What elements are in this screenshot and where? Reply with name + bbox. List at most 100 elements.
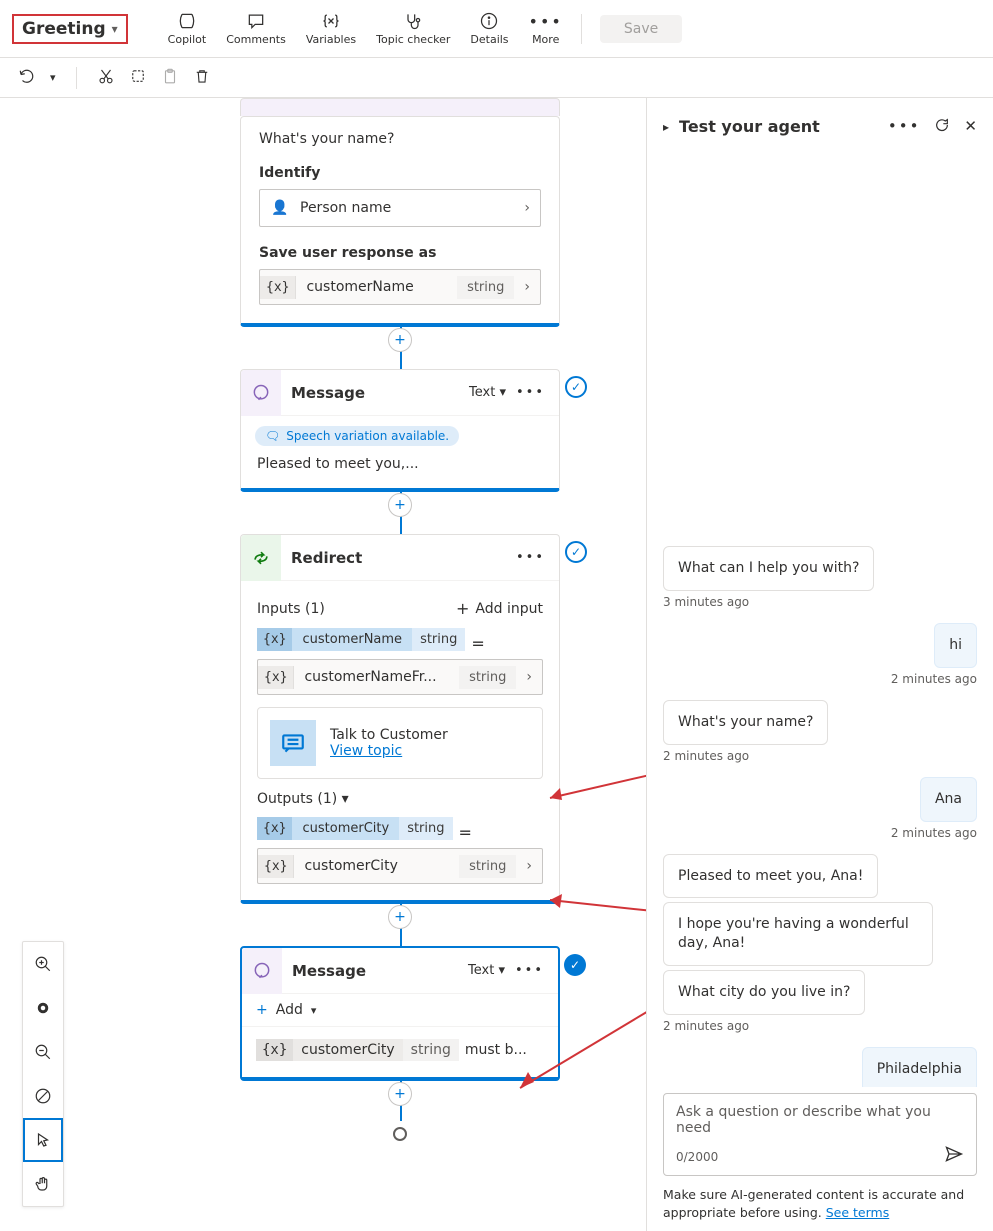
message-node-2[interactable]: ✓ Message Text ▾ ••• +Add▾ {x}customerCi… — [240, 946, 560, 1081]
redirect-node[interactable]: ✓ Redirect ••• Inputs (1) +Add input {x}… — [240, 534, 560, 904]
output-var-chip: {x}customerCitystring — [257, 817, 453, 840]
timestamp: 3 minutes ago — [663, 595, 749, 609]
stethoscope-icon — [403, 11, 423, 31]
copy-button[interactable] — [129, 67, 147, 89]
save-button: Save — [600, 15, 682, 43]
view-topic-link[interactable]: View topic — [330, 743, 402, 759]
chevron-right-icon: › — [516, 669, 542, 685]
end-node-icon — [393, 1127, 407, 1141]
zoom-toolbar — [22, 941, 64, 1207]
output-value-field[interactable]: {x} customerCity string › — [257, 848, 543, 884]
variable-tag: {x}customerCitystring — [256, 1039, 459, 1061]
chevron-down-icon: ▾ — [112, 22, 118, 36]
outputs-label[interactable]: Outputs (1) ▾ — [257, 791, 349, 807]
message-body: Pleased to meet you,... — [241, 452, 559, 488]
bot-message: I hope you're having a wonderful day, An… — [663, 902, 933, 966]
variables-button[interactable]: Variables — [306, 11, 356, 46]
fit-button[interactable] — [23, 986, 63, 1030]
more-button[interactable]: ••• More — [529, 12, 563, 46]
message-icon — [242, 948, 282, 994]
see-terms-link[interactable]: See terms — [826, 1205, 890, 1220]
message-type-dropdown[interactable]: Text ▾ — [469, 385, 506, 400]
message-node[interactable]: ✓ Message Text ▾ ••• 🗨Speech variation a… — [240, 369, 560, 492]
timestamp: 2 minutes ago — [891, 826, 977, 840]
identify-label: Identify — [259, 165, 541, 181]
comments-button[interactable]: Comments — [226, 11, 286, 46]
save-as-label: Save user response as — [259, 245, 541, 261]
node-more-button[interactable]: ••• — [516, 550, 545, 565]
input-var-chip: {x}customerNamestring — [257, 628, 465, 651]
test-panel-title: Test your agent — [679, 117, 878, 136]
collapse-panel-button[interactable]: ▸ — [663, 120, 669, 134]
timestamp: 2 minutes ago — [663, 749, 749, 763]
user-message: hi — [934, 623, 977, 668]
close-panel-button[interactable]: ✕ — [964, 117, 977, 137]
add-node-button[interactable]: + — [388, 328, 412, 352]
variables-icon — [321, 11, 341, 31]
select-tool-button[interactable] — [23, 1118, 63, 1162]
speech-icon: 🗨 — [265, 429, 280, 443]
question-node[interactable]: What's your name? Identify 👤Person name … — [240, 116, 560, 327]
copilot-icon — [177, 11, 197, 31]
bot-message: What city do you live in? — [663, 970, 865, 1015]
var-icon: {x} — [258, 666, 294, 689]
cut-button[interactable] — [97, 67, 115, 89]
person-icon: 👤 — [270, 200, 290, 216]
reset-view-button[interactable] — [23, 1074, 63, 1118]
paste-button[interactable] — [161, 67, 179, 89]
more-icon: ••• — [529, 12, 563, 31]
status-check-icon: ✓ — [565, 541, 587, 563]
undo-button[interactable] — [18, 67, 36, 89]
undo-dropdown[interactable]: ▾ — [50, 71, 56, 84]
timestamp: 2 minutes ago — [663, 1019, 749, 1033]
refresh-button[interactable] — [934, 117, 950, 137]
chevron-right-icon: › — [524, 200, 530, 216]
add-node-button[interactable]: + — [388, 1082, 412, 1106]
input-value-field[interactable]: {x} customerNameFr... string › — [257, 659, 543, 695]
copilot-button[interactable]: Copilot — [168, 11, 207, 46]
chevron-right-icon: › — [516, 858, 542, 874]
disclaimer-text: Make sure AI-generated content is accura… — [647, 1184, 993, 1231]
add-node-button[interactable]: + — [388, 493, 412, 517]
speech-variation-pill[interactable]: 🗨Speech variation available. — [255, 426, 459, 446]
chevron-right-icon: › — [514, 279, 540, 295]
chat-input[interactable]: Ask a question or describe what you need… — [663, 1093, 977, 1176]
linked-topic-title: Talk to Customer — [330, 727, 448, 743]
node-more-button[interactable]: ••• — [516, 385, 545, 400]
question-prompt: What's your name? — [259, 131, 541, 147]
topic-checker-button[interactable]: Topic checker — [376, 11, 450, 46]
add-variation-button[interactable]: +Add▾ — [242, 994, 558, 1027]
user-message: Ana — [920, 777, 977, 822]
timestamp: 2 minutes ago — [891, 672, 977, 686]
redirect-icon — [241, 535, 281, 581]
pan-tool-button[interactable] — [23, 1162, 63, 1206]
chat-placeholder: Ask a question or describe what you need — [676, 1104, 964, 1144]
details-button[interactable]: Details — [470, 11, 508, 46]
status-check-icon: ✓ — [565, 376, 587, 398]
topic-name-text: Greeting — [22, 19, 106, 39]
bot-message: What can I help you with? — [663, 546, 874, 591]
add-input-button[interactable]: +Add input — [456, 599, 543, 618]
send-button[interactable] — [944, 1144, 964, 1169]
var-icon: {x} — [258, 855, 294, 878]
zoom-out-button[interactable] — [23, 1030, 63, 1074]
inputs-label: Inputs (1) — [257, 601, 325, 617]
panel-more-button[interactable]: ••• — [888, 117, 921, 137]
identify-field[interactable]: 👤Person name › — [259, 189, 541, 227]
status-check-icon: ✓ — [564, 954, 586, 976]
bot-message: What's your name? — [663, 700, 828, 745]
zoom-in-button[interactable] — [23, 942, 63, 986]
message-icon — [241, 370, 281, 416]
add-node-button[interactable]: + — [388, 905, 412, 929]
linked-topic-box: Talk to Customer View topic — [257, 707, 543, 779]
delete-button[interactable] — [193, 67, 211, 89]
var-icon: {x} — [260, 276, 296, 299]
topic-icon — [270, 720, 316, 766]
bot-message: Pleased to meet you, Ana! — [663, 854, 878, 899]
user-message: Philadelphia — [862, 1047, 977, 1087]
save-as-field[interactable]: {x} customerName string › — [259, 269, 541, 305]
node-more-button[interactable]: ••• — [515, 963, 544, 978]
comment-icon — [246, 11, 266, 31]
message-type-dropdown[interactable]: Text ▾ — [468, 963, 505, 978]
topic-name-dropdown[interactable]: Greeting ▾ — [12, 14, 128, 44]
